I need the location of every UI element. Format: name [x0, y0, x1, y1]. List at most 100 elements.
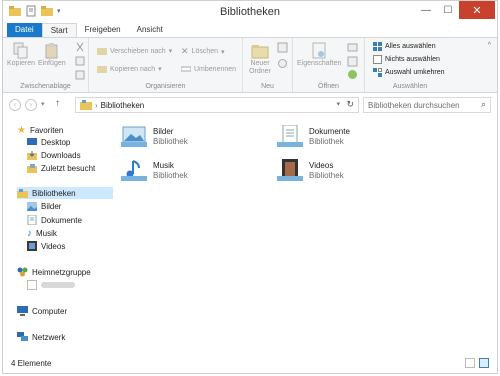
library-type: Bibliothek: [309, 137, 344, 146]
new-group: Neuer Ordner Neu: [243, 38, 293, 92]
library-type: Bibliothek: [309, 171, 344, 180]
library-name: Videos: [309, 161, 334, 170]
nav-videos-label: Videos: [41, 241, 66, 251]
nav-network-label: Netzwerk: [32, 332, 66, 342]
address-dropdown-icon[interactable]: ▾: [336, 100, 340, 108]
navigation-pane: ★ Favoriten Desktop Downloads Zuletzt be…: [3, 117, 113, 351]
library-videos[interactable]: Videos Bibliothek: [277, 159, 344, 183]
nav-documents[interactable]: Dokumente: [27, 215, 82, 225]
organize-group: Verschieben nach ▾ Kopieren nach ▾ ✕ Lösch…: [89, 38, 243, 92]
new-folder-label: Neuer Ordner: [249, 60, 271, 75]
copy-icon: [13, 42, 28, 59]
edit-icon[interactable]: [347, 56, 358, 67]
library-documents[interactable]: Dokumente Bibliothek: [277, 125, 350, 149]
up-icon[interactable]: ↑: [55, 98, 60, 109]
nav-favorites-label: Favoriten: [29, 126, 64, 135]
large-icons-view-icon[interactable]: [479, 358, 489, 368]
nav-pictures[interactable]: Bilder: [27, 202, 61, 211]
search-input[interactable]: Bibliotheken durchsuchen ⌕: [363, 97, 491, 113]
rename-button[interactable]: Umbenennen: [181, 64, 236, 74]
nav-pictures-label: Bilder: [41, 202, 62, 211]
select-none-button[interactable]: Nichts auswählen: [373, 55, 440, 64]
user-icon: [27, 280, 37, 290]
cut-icon[interactable]: [75, 42, 85, 52]
library-type: Bibliothek: [153, 137, 188, 146]
address-bar[interactable]: › Bibliotheken ▾ ↻: [75, 97, 359, 113]
search-icon[interactable]: ⌕: [481, 99, 486, 110]
copy-label: Kopieren: [7, 60, 36, 67]
select-all-label: Alles auswählen: [385, 43, 436, 50]
library-music-text: Musik Bibliothek: [153, 161, 188, 181]
library-videos-text: Videos Bibliothek: [309, 161, 344, 181]
new-folder-button[interactable]: Neuer Ordner: [246, 42, 274, 76]
library-pictures-text: Bilder Bibliothek: [153, 127, 188, 147]
invert-selection-button[interactable]: Auswahl umkehren: [373, 68, 445, 77]
open-icon[interactable]: [347, 42, 358, 53]
select-all-icon: [373, 42, 382, 51]
videos-library-icon: [277, 159, 303, 181]
tab-share[interactable]: Freigeben: [77, 23, 129, 37]
nav-desktop-label: Desktop: [41, 138, 71, 147]
paste-button[interactable]: Einfügen: [38, 42, 66, 68]
tab-start[interactable]: Start: [41, 23, 77, 37]
recent-locations-icon[interactable]: ▾: [41, 100, 45, 108]
history-icon[interactable]: [347, 69, 358, 80]
copy-to-button[interactable]: Kopieren nach ▾: [97, 64, 162, 74]
network-icon: [17, 332, 28, 341]
nav-downloads[interactable]: Downloads: [27, 151, 81, 160]
tab-view[interactable]: Ansicht: [129, 23, 171, 37]
nav-computer[interactable]: Computer: [17, 306, 67, 316]
library-name: Dokumente: [309, 127, 350, 136]
nav-homegroup-member[interactable]: [27, 280, 75, 290]
back-icon[interactable]: ‹: [9, 99, 21, 111]
forward-icon[interactable]: ›: [25, 99, 37, 111]
downloads-icon: [27, 151, 37, 160]
libraries-view: Bilder Bibliothek Dokumente Bibliothek M…: [115, 117, 495, 351]
properties-label: Eigenschaften: [297, 60, 342, 67]
select-all-button[interactable]: Alles auswählen: [373, 42, 436, 51]
navigation-bar: ‹ › ▾ ↑ › Bibliotheken ▾ ↻ Bibliotheken …: [3, 94, 497, 116]
nav-videos[interactable]: Videos: [27, 241, 65, 251]
new-folder-large-icon: [251, 45, 269, 59]
library-documents-text: Dokumente Bibliothek: [309, 127, 350, 147]
library-pictures[interactable]: Bilder Bibliothek: [121, 125, 188, 149]
refresh-icon[interactable]: ↻: [346, 99, 354, 110]
nav-recent[interactable]: Zuletzt besucht: [27, 164, 95, 173]
clipboard-group: Kopieren Einfügen Zwischenablage: [3, 38, 89, 92]
maximize-icon[interactable]: ☐: [437, 1, 459, 19]
status-bar: 4 Elemente: [3, 353, 497, 373]
documents-icon: [27, 215, 37, 225]
nav-music[interactable]: ♪ Musik: [27, 228, 57, 239]
properties-button[interactable]: Eigenschaften: [297, 42, 341, 68]
paste-label: Einfügen: [38, 60, 66, 67]
collapse-ribbon-icon[interactable]: ^: [488, 42, 491, 49]
easy-access-icon[interactable]: [277, 58, 288, 69]
copy-path-icon[interactable]: [75, 56, 85, 66]
nav-homegroup[interactable]: Heimnetzgruppe: [17, 267, 91, 277]
minimize-icon[interactable]: —: [415, 1, 437, 19]
clipboard-group-label: Zwischenablage: [20, 83, 71, 90]
close-icon[interactable]: ✕: [459, 1, 495, 19]
copy-button[interactable]: Kopieren: [7, 42, 35, 68]
library-music[interactable]: Musik Bibliothek: [121, 159, 188, 183]
libraries-icon: [17, 188, 28, 198]
nav-libraries[interactable]: Bibliotheken: [17, 187, 113, 199]
new-item-icon[interactable]: [277, 42, 288, 53]
properties-large-icon: [312, 42, 326, 59]
ribbon: Kopieren Einfügen Zwischenablage Verschi…: [3, 37, 497, 93]
nav-computer-label: Computer: [32, 306, 68, 316]
music-library-icon: [121, 160, 147, 181]
tab-file[interactable]: Datei: [7, 23, 42, 37]
invert-selection-icon: [373, 68, 382, 77]
nav-network[interactable]: Netzwerk: [17, 332, 65, 342]
nav-favorites[interactable]: ★ Favoriten: [17, 125, 63, 136]
ribbon-tabs: Datei Start Freigeben Ansicht: [3, 23, 497, 37]
move-to-button[interactable]: Verschieben nach ▾: [97, 46, 172, 56]
paste-shortcut-icon[interactable]: [75, 70, 85, 80]
nav-desktop[interactable]: Desktop: [27, 138, 70, 147]
breadcrumb-libraries[interactable]: Bibliotheken: [101, 101, 145, 110]
select-group: Alles auswählen Nichts auswählen Auswahl…: [365, 38, 455, 92]
delete-button[interactable]: ✕ Löschen ▾: [181, 46, 225, 57]
delete-label: Löschen: [191, 48, 219, 55]
details-view-icon[interactable]: [465, 358, 475, 368]
